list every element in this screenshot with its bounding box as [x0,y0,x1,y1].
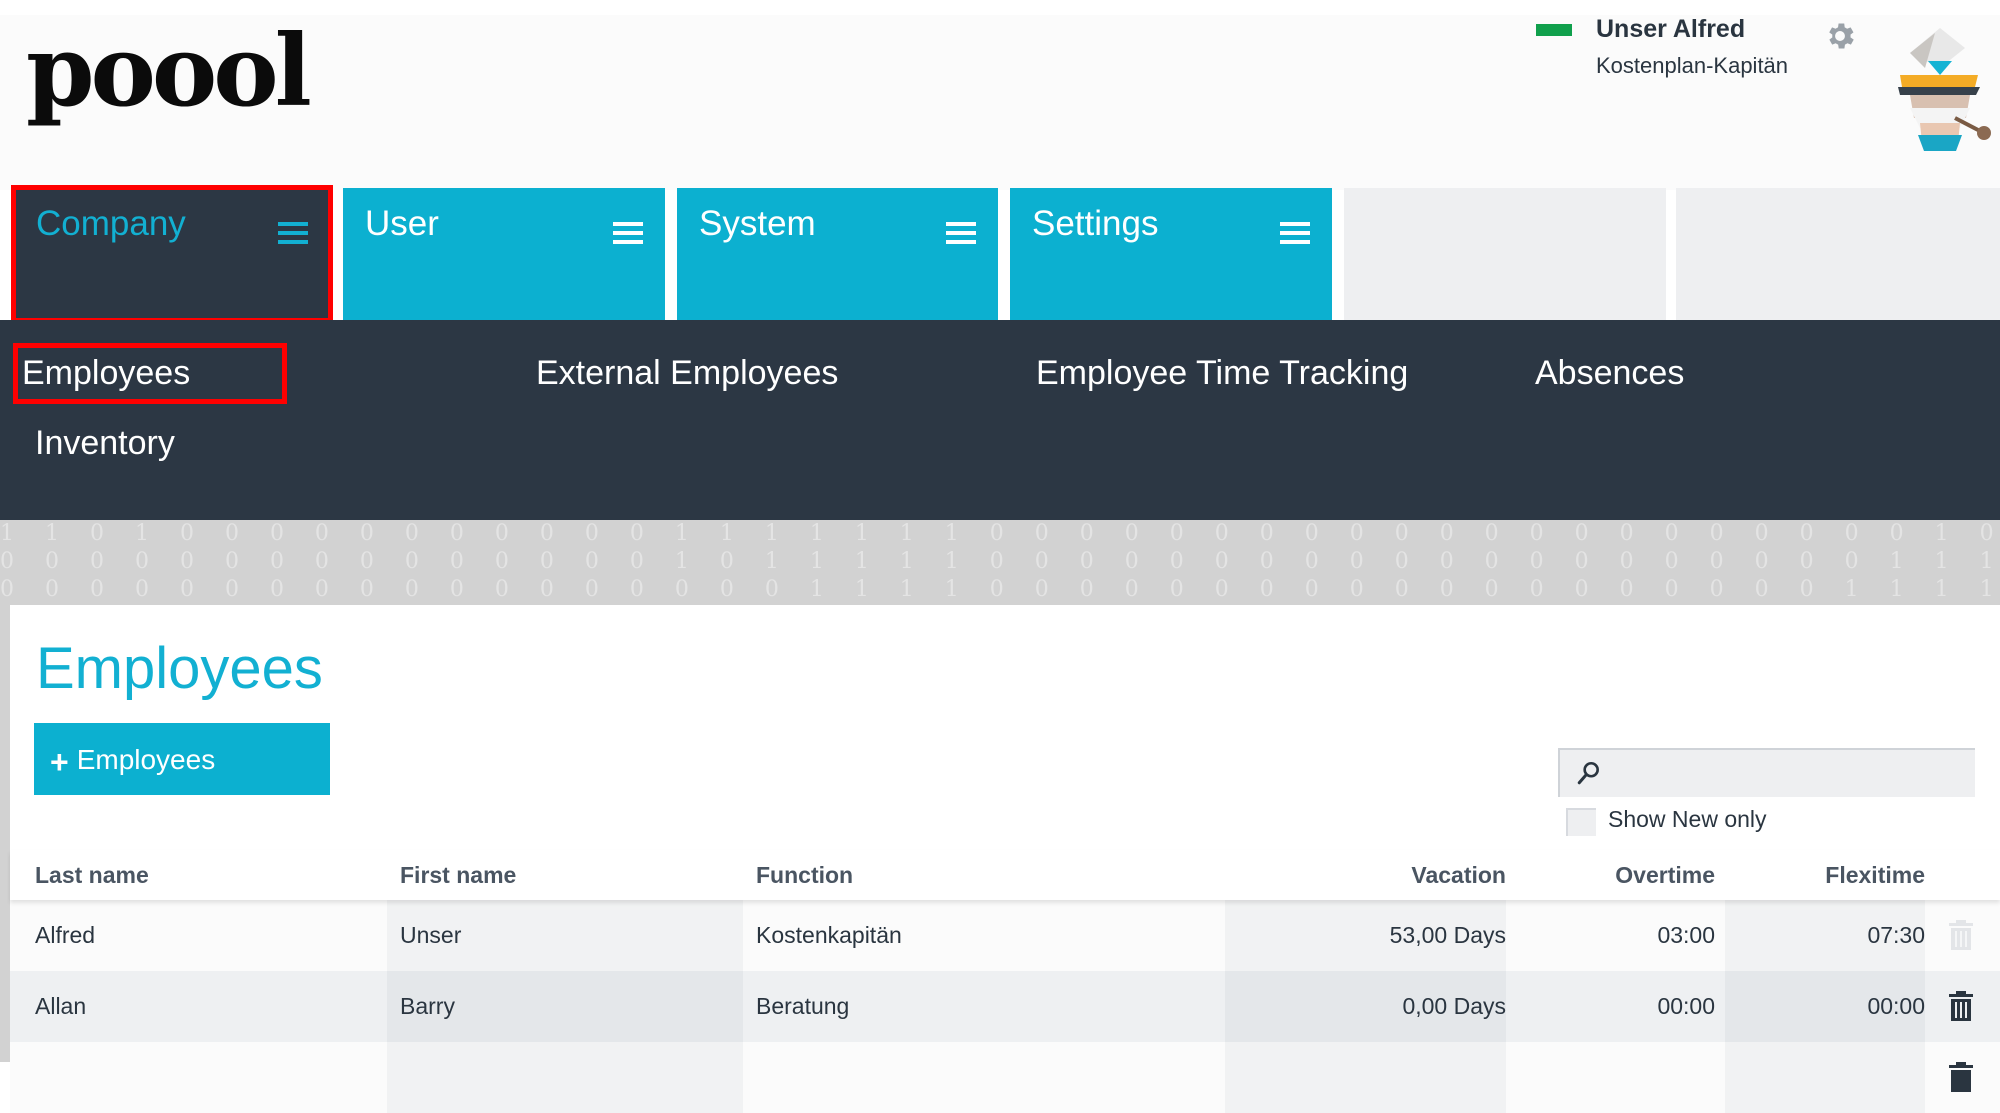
table-row[interactable]: Allan Barry Beratung 0,00 Days 00:00 00:… [10,971,2000,1042]
submenu-external-employees[interactable]: External Employees [536,354,838,393]
trash-icon[interactable] [1948,991,1974,1021]
column-header-flexitime[interactable]: Flexitime [1720,850,1925,900]
tab-label: Company [36,204,186,243]
cell-last-name: Alfred [35,922,96,948]
tab-empty [1676,188,2000,320]
cell-first-name [387,1042,743,1113]
tab-system[interactable]: System [677,188,998,320]
status-indicator [1536,24,1572,36]
cell-last-name: Allan [35,993,87,1019]
avatar[interactable] [1880,23,2000,153]
submenu-employee-time-tracking[interactable]: Employee Time Tracking [1036,354,1408,393]
cell-function: Kostenkapitän [756,922,902,948]
column-header-vacation[interactable]: Vacation [1210,850,1506,900]
table-row[interactable]: Alfred Unser Kostenkapitän 53,00 Days 03… [10,900,2000,971]
cell-overtime: 03:00 [1657,922,1715,948]
search-box[interactable] [1558,748,1975,797]
binary-pattern-banner: 1 1 0 1 0 0 0 0 0 0 0 0 0 0 0 1 1 1 1 1 … [0,520,2000,605]
hamburger-icon[interactable] [946,222,976,244]
cell-vacation: 0,00 Days [1225,971,1506,1042]
hamburger-icon[interactable] [613,222,643,244]
column-header-last-name[interactable]: Last name [35,850,149,900]
pattern-line: 1 1 0 1 0 0 0 0 0 0 0 0 0 0 0 1 1 1 1 1 … [0,521,2000,546]
cell-first-name: Unser [387,900,743,971]
show-new-only-checkbox[interactable] [1566,808,1596,836]
submenu-absences[interactable]: Absences [1535,354,1684,393]
column-header-first-name[interactable]: First name [400,850,516,900]
cell-vacation [1225,1042,1506,1113]
cell-first-name: Barry [387,971,743,1042]
pattern-line: 0 0 0 0 0 0 0 0 0 0 0 0 0 0 0 1 0 1 1 1 … [0,549,2000,574]
background-strip [0,605,10,1062]
page-title: Employees [36,636,323,701]
search-icon [1577,761,1599,785]
cell-overtime [1510,1042,1715,1113]
trash-icon[interactable] [1948,1062,1974,1092]
main-content: Employees + Employees Show New only Last … [10,605,2000,1113]
user-role: Kostenplan-Kapitän [1596,53,1789,78]
tab-settings[interactable]: Settings [1010,188,1332,320]
submenu-employees[interactable]: Employees [12,343,288,404]
column-header-overtime[interactable]: Overtime [1510,850,1715,900]
tab-label: System [699,204,816,243]
add-button-label: Employees [76,743,216,775]
cell-flexitime: 00:00 [1725,971,1925,1042]
cell-function: Beratung [756,993,850,1019]
tab-company[interactable]: Company [11,185,333,323]
cell-flexitime: 07:30 [1725,900,1925,971]
add-employee-button[interactable]: + Employees [34,723,330,795]
cell-vacation: 53,00 Days [1225,900,1506,971]
submenu-inventory[interactable]: Inventory [35,424,175,463]
table-row[interactable] [10,1042,2000,1113]
search-input[interactable] [1616,750,1970,797]
column-header-function[interactable]: Function [756,850,853,900]
company-submenu: Employees External Employees Employee Ti… [0,320,2000,520]
plus-icon: + [50,743,69,780]
hamburger-icon[interactable] [1280,222,1310,244]
user-name[interactable]: Unser Alfred [1596,15,1745,44]
hamburger-icon[interactable] [278,222,308,244]
tab-empty [1344,188,1666,320]
cell-flexitime [1725,1042,1925,1113]
table-header: Last name First name Function Vacation O… [10,850,2000,900]
gear-icon[interactable] [1823,19,1857,53]
pattern-line: 0 0 0 0 0 0 0 0 0 0 0 0 0 0 0 0 0 0 1 1 … [0,577,2000,602]
tab-user[interactable]: User [343,188,665,320]
trash-icon[interactable] [1948,920,1974,950]
cell-overtime: 00:00 [1657,993,1715,1019]
show-new-only-label[interactable]: Show New only [1608,806,1767,833]
poool-logo[interactable]: poool [26,23,312,121]
tab-label: Settings [1032,204,1159,243]
app-header: poool Unser Alfred Kostenplan-Kapitän [0,15,2000,190]
tab-label: User [365,204,439,243]
